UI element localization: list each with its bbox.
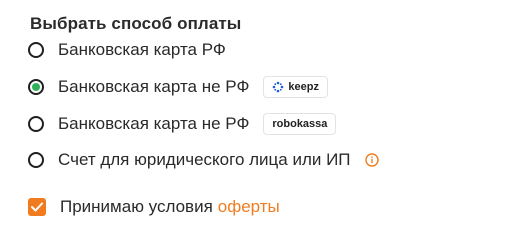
option-label: Банковская карта не РФ (58, 114, 250, 133)
radio-button-selected[interactable] (28, 79, 44, 95)
agreement-checkbox[interactable] (28, 198, 46, 216)
offer-link[interactable]: оферты (218, 197, 280, 217)
payment-option-invoice-legal-entity[interactable]: Счет для юридического лица или ИП (28, 148, 379, 172)
robokassa-badge-text: robokassa (272, 118, 328, 130)
option-label: Банковская карта РФ (58, 40, 226, 59)
payment-option-card-non-rf-keepz[interactable]: Банковская карта не РФ keepz (28, 75, 328, 99)
option-label: Счет для юридического лица или ИП (58, 150, 351, 169)
payment-option-card-rf[interactable]: Банковская карта РФ (28, 38, 226, 62)
keepz-badge-text: keepz (288, 81, 319, 93)
robokassa-badge: robokassa (263, 113, 337, 135)
option-label: Банковская карта не РФ (58, 77, 250, 96)
radio-button[interactable] (28, 42, 44, 58)
agreement-text: Принимаю условия (60, 197, 213, 216)
keepz-badge: keepz (263, 76, 328, 98)
offer-agreement: Принимаю условия оферты (28, 195, 280, 219)
payment-option-card-non-rf-robokassa[interactable]: Банковская карта не РФ robokassa (28, 112, 337, 136)
payment-method-title: Выбрать способ оплаты (30, 14, 242, 33)
info-icon[interactable] (364, 153, 379, 167)
radio-button[interactable] (28, 116, 44, 132)
radio-button[interactable] (28, 152, 44, 168)
keepz-logo-icon (273, 81, 284, 93)
checkmark-icon (31, 202, 43, 212)
